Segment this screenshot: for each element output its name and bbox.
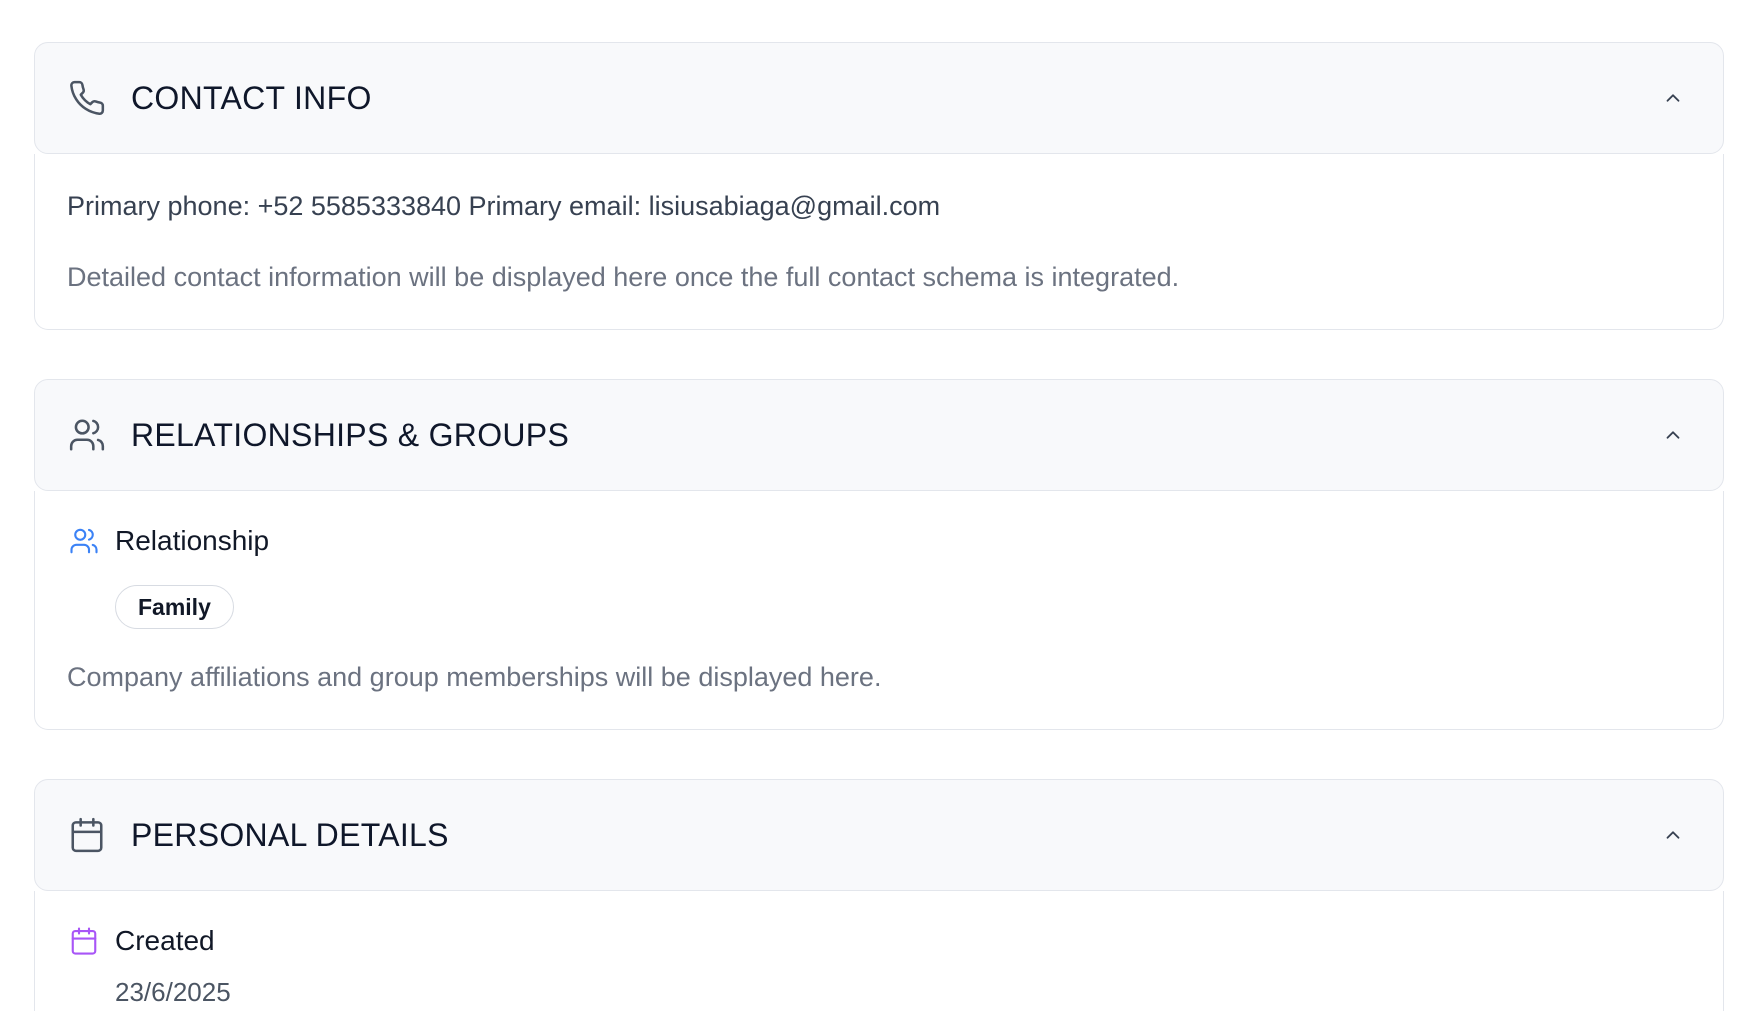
chevron-up-icon[interactable] — [1659, 84, 1687, 112]
phone-icon — [67, 78, 107, 118]
relationship-field: Relationship — [67, 521, 1691, 561]
personal-details-title: PERSONAL DETAILS — [131, 816, 449, 853]
relationships-body: Relationship Family Company affiliations… — [34, 491, 1724, 730]
contact-info-note: Detailed contact information will be dis… — [67, 262, 1180, 292]
personal-details-section: PERSONAL DETAILS Created 23/6/2025 — [34, 779, 1724, 1011]
contact-info-body: Primary phone: +52 5585333840 Primary em… — [34, 154, 1724, 330]
users-icon — [67, 524, 101, 558]
relationships-title: RELATIONSHIPS & GROUPS — [131, 416, 570, 453]
created-field: Created — [67, 921, 1691, 961]
relationship-badge: Family — [115, 585, 234, 629]
calendar-icon — [67, 815, 107, 855]
created-label: Created — [115, 925, 215, 956]
relationships-header[interactable]: RELATIONSHIPS & GROUPS — [34, 379, 1724, 491]
personal-details-body: Created 23/6/2025 — [34, 891, 1724, 1011]
relationships-note: Company affiliations and group membershi… — [67, 662, 882, 692]
contact-info-title: CONTACT INFO — [131, 79, 372, 116]
contact-detail-panel: CONTACT INFO Primary phone: +52 55853338… — [34, 42, 1724, 1011]
relationships-section: RELATIONSHIPS & GROUPS Relationship Fami… — [34, 379, 1724, 730]
contact-info-section: CONTACT INFO Primary phone: +52 55853338… — [34, 42, 1724, 330]
personal-details-header[interactable]: PERSONAL DETAILS — [34, 779, 1724, 891]
contact-info-header[interactable]: CONTACT INFO — [34, 42, 1724, 154]
chevron-up-icon[interactable] — [1659, 821, 1687, 849]
users-icon — [67, 415, 107, 455]
primary-contact-summary: Primary phone: +52 5585333840 Primary em… — [67, 191, 941, 221]
chevron-up-icon[interactable] — [1659, 421, 1687, 449]
relationship-label: Relationship — [115, 525, 270, 556]
calendar-icon — [67, 924, 101, 958]
created-date-value: 23/6/2025 — [115, 977, 231, 1007]
